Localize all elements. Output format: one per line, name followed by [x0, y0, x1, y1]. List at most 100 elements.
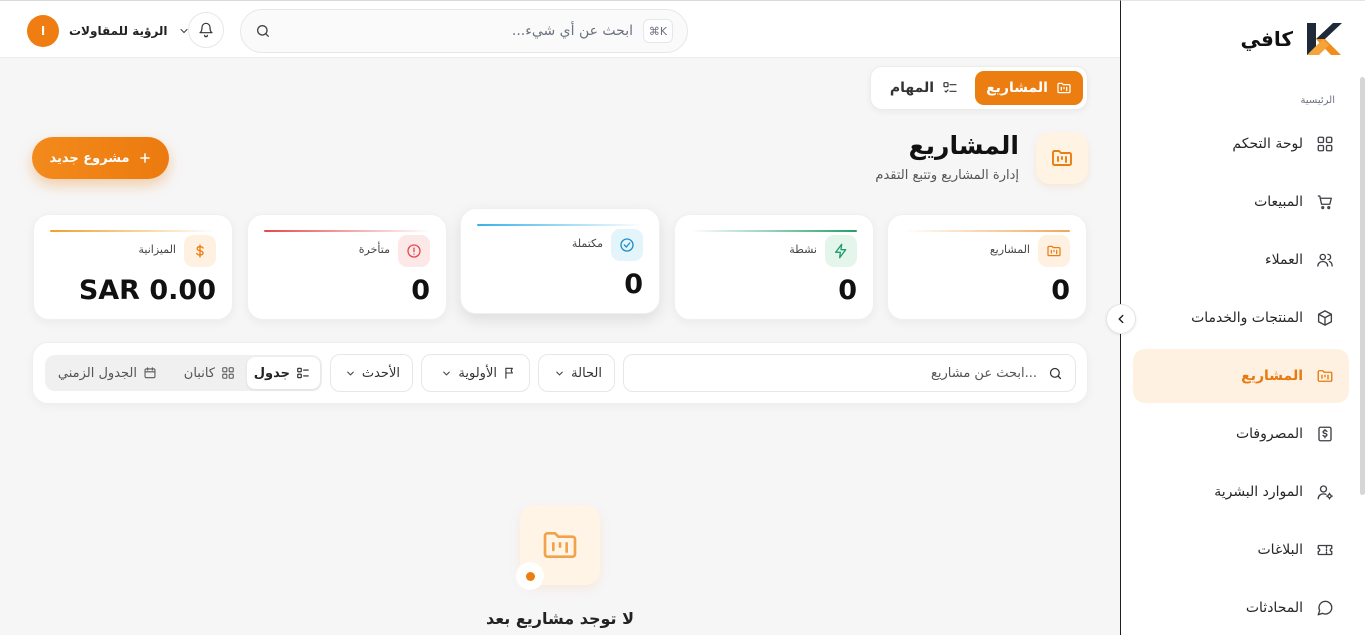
shortcut-badge: ⌘K	[643, 19, 673, 43]
sidebar-item-projects[interactable]: المشاريع	[1133, 349, 1349, 403]
kanban-grid-icon	[221, 366, 235, 380]
view-kanban-label: كانبان	[183, 365, 215, 381]
chevron-down-icon	[441, 368, 452, 379]
sidebar-item-label: لوحة التحكم	[1232, 136, 1303, 152]
global-search-placeholder[interactable]: ...ابحث عن أي شيء	[512, 23, 633, 39]
company-name[interactable]: الرؤية للمقاولات	[69, 24, 168, 38]
sidebar-item-dashboard[interactable]: لوحة التحكم	[1133, 117, 1349, 171]
stat-label: متأخرة	[358, 243, 390, 256]
tab-projects-label: المشاريع	[986, 80, 1048, 96]
project-search-placeholder[interactable]: ابحث عن مشاريع...	[931, 366, 1037, 381]
priority-dropdown[interactable]: الأولوية	[421, 354, 530, 392]
sidebar-item-label: العملاء	[1265, 252, 1303, 268]
folder-kanban-icon	[1038, 235, 1070, 267]
stat-label: مكتملة	[571, 237, 603, 250]
folder-kanban-icon	[1050, 146, 1074, 170]
stat-card-overdue[interactable]: متأخرة 0	[247, 214, 447, 320]
folder-kanban-icon	[540, 525, 580, 565]
card-accent-bar	[264, 230, 430, 232]
sidebar-item-label: المصروفات	[1235, 426, 1303, 442]
project-search-input[interactable]: ابحث عن مشاريع...	[623, 354, 1076, 392]
view-table-button[interactable]: جدول	[247, 357, 320, 389]
card-accent-bar	[477, 224, 643, 226]
tab-tasks-label: المهام	[889, 80, 935, 96]
chevron-left-icon	[1114, 312, 1128, 326]
status-dropdown-label: الحالة	[571, 365, 602, 381]
search-icon	[1048, 366, 1063, 381]
company-avatar[interactable]: ا	[27, 15, 59, 47]
check-circle-icon	[611, 229, 643, 261]
status-dropdown[interactable]: الحالة	[538, 354, 615, 392]
chevron-down-icon	[345, 368, 356, 379]
view-table-label: جدول	[253, 365, 290, 381]
tab-projects[interactable]: المشاريع	[975, 71, 1083, 105]
users-icon	[1315, 250, 1335, 270]
sidebar-item-label: البلاغات	[1257, 542, 1304, 558]
tab-tasks[interactable]: المهام	[879, 71, 969, 105]
view-timeline-button[interactable]: الجدول الزمني	[45, 357, 167, 389]
empty-state-dot	[516, 562, 544, 590]
ticket-icon	[1315, 540, 1335, 560]
new-project-label: مشروع جديد	[49, 150, 130, 166]
stat-value: 0	[624, 269, 643, 300]
sidebar-scrollbar[interactable]	[1360, 77, 1365, 495]
stat-value: 0	[1051, 275, 1070, 306]
list-checks-icon	[296, 366, 310, 380]
notifications-button[interactable]	[188, 12, 224, 48]
view-kanban-button[interactable]: كانبان	[169, 357, 245, 389]
stat-card-active[interactable]: نشطة 0	[674, 214, 874, 320]
sort-dropdown[interactable]: الأحدث	[330, 354, 413, 392]
view-mode-toggle: جدول كانبان الجدول الزمني	[45, 355, 322, 391]
stat-value: SAR 0.00	[78, 275, 216, 306]
receipt-dollar-icon	[1315, 424, 1335, 444]
global-search[interactable]: ...ابحث عن أي شيء ⌘K	[240, 9, 688, 53]
sidebar-section-label: الرئيسية	[1300, 95, 1335, 106]
dollar-icon	[184, 235, 216, 267]
new-project-button[interactable]: مشروع جديد	[32, 137, 169, 179]
bolt-icon	[825, 235, 857, 267]
chat-icon	[1315, 598, 1335, 618]
brand-name: كافي	[1240, 27, 1293, 51]
stat-label: نشطة	[789, 243, 817, 256]
brand[interactable]: كافي	[1241, 21, 1343, 57]
sort-dropdown-label: الأحدث	[361, 365, 400, 381]
sidebar-item-chats[interactable]: المحادثات	[1133, 581, 1349, 635]
top-bar: ا الرؤية للمقاولات ...ابحث عن أي شيء ⌘K	[0, 0, 1120, 58]
sidebar-item-label: المحادثات	[1245, 600, 1303, 616]
flag-icon	[503, 366, 517, 380]
view-switch: المشاريع المهام	[870, 66, 1088, 110]
bell-icon	[198, 22, 214, 38]
folder-kanban-icon	[1056, 80, 1072, 96]
sidebar-item-label: الموارد البشرية	[1214, 484, 1303, 500]
sidebar-item-sales[interactable]: المبيعات	[1133, 175, 1349, 229]
stat-card-completed[interactable]: مكتملة 0	[460, 208, 660, 314]
page-icon	[1036, 132, 1088, 184]
card-accent-bar	[691, 230, 857, 232]
brand-logo-icon	[1303, 21, 1343, 57]
filter-bar: ابحث عن مشاريع... الحالة الأولوية الأحدث…	[32, 342, 1088, 404]
stat-value: 0	[838, 275, 857, 306]
stat-value: 0	[411, 275, 430, 306]
user-cog-icon	[1315, 482, 1335, 502]
plus-icon	[138, 151, 152, 165]
search-icon	[255, 23, 271, 39]
folder-kanban-icon	[1315, 366, 1335, 386]
company-switcher[interactable]: ا الرؤية للمقاولات	[27, 15, 190, 47]
view-timeline-label: الجدول الزمني	[57, 365, 137, 381]
sidebar-item-hr[interactable]: الموارد البشرية	[1133, 465, 1349, 519]
stat-card-budget[interactable]: الميزانية SAR 0.00	[33, 214, 233, 320]
sidebar-nav: لوحة التحكم المبيعات العملاء المنتجات وا…	[1133, 117, 1349, 635]
sidebar-item-customers[interactable]: العملاء	[1133, 233, 1349, 287]
box-icon	[1315, 308, 1335, 328]
empty-state-title: لا توجد مشاريع بعد	[485, 609, 635, 628]
sidebar-collapse-button[interactable]	[1106, 304, 1136, 334]
stat-card-projects[interactable]: المشاريع 0	[887, 214, 1087, 320]
sidebar-item-label: المشاريع	[1241, 368, 1303, 384]
alert-circle-icon	[398, 235, 430, 267]
cart-icon	[1315, 192, 1335, 212]
sidebar-item-products[interactable]: المنتجات والخدمات	[1133, 291, 1349, 345]
sidebar-item-label: المنتجات والخدمات	[1191, 310, 1303, 326]
sidebar-item-tickets[interactable]: البلاغات	[1133, 523, 1349, 577]
card-accent-bar	[904, 230, 1070, 232]
sidebar-item-expenses[interactable]: المصروفات	[1133, 407, 1349, 461]
